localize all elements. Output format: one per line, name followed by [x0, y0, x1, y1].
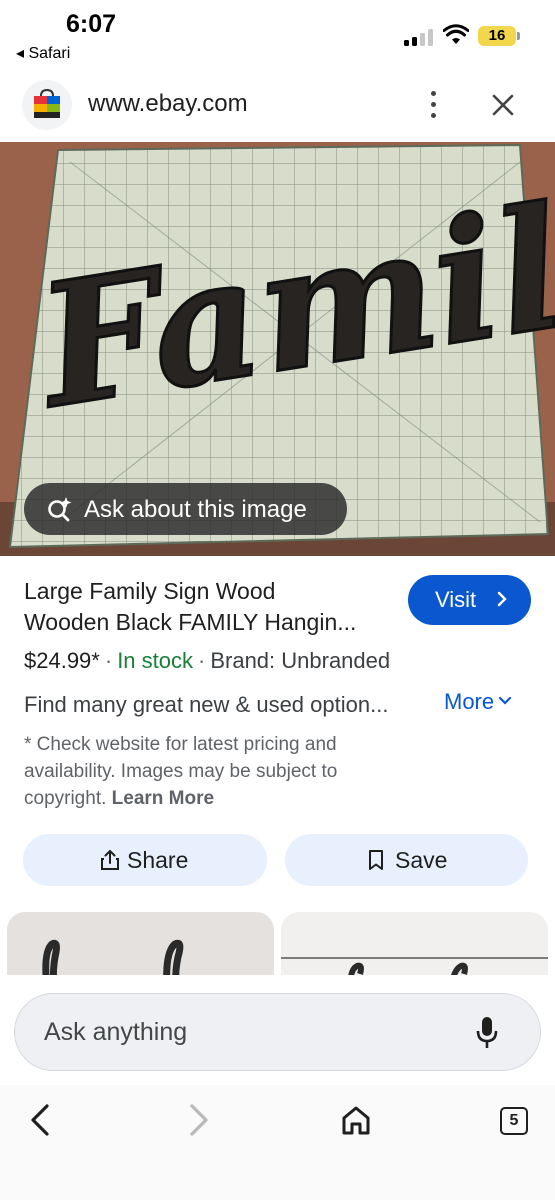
- product-title[interactable]: Large Family Sign Wood Wooden Black FAMI…: [24, 576, 394, 638]
- more-vert-icon[interactable]: [422, 88, 446, 122]
- more-button[interactable]: More: [444, 689, 512, 715]
- forward-icon[interactable]: [178, 1100, 218, 1140]
- back-to-app-link[interactable]: ◂ Safari: [16, 43, 70, 63]
- learn-more-link[interactable]: Learn More: [112, 788, 214, 809]
- save-button[interactable]: Save: [285, 834, 528, 886]
- disclaimer-copyright: copyright.: [24, 788, 107, 809]
- ask-about-image-label: Ask about this image: [84, 496, 307, 523]
- share-icon: [101, 849, 119, 870]
- disclaimer-line-2: availability. Images may be subject to: [24, 761, 338, 782]
- lens-sparkle-icon: [48, 497, 72, 522]
- ask-anything-input[interactable]: Ask anything: [14, 993, 541, 1071]
- save-label: Save: [395, 847, 448, 873]
- ebay-bag-icon: [22, 80, 72, 130]
- close-icon[interactable]: [488, 90, 518, 120]
- disclaimer-line-3: copyright. Learn More: [24, 785, 424, 812]
- bookmark-icon: [369, 850, 383, 870]
- browser-toolbar: [0, 1085, 555, 1200]
- share-button[interactable]: Share: [23, 834, 267, 886]
- product-meta: $24.99* · In stock · Brand: Unbranded: [24, 648, 390, 674]
- share-label: Share: [127, 847, 189, 873]
- tabs-icon[interactable]: 5: [500, 1107, 528, 1135]
- separator-dot: ·: [198, 648, 206, 673]
- ask-about-image-button[interactable]: Ask about this image: [24, 483, 347, 535]
- chevron-right-icon: [497, 591, 507, 607]
- ask-anything-placeholder: Ask anything: [44, 1018, 188, 1046]
- product-title-line-2: Wooden Black FAMILY Hangin...: [24, 609, 357, 635]
- cellular-signal-icon: [404, 28, 434, 46]
- home-icon[interactable]: [336, 1100, 376, 1140]
- back-icon[interactable]: [22, 1100, 62, 1140]
- battery-tip: [517, 32, 520, 40]
- url-bar: www.ebay.com: [0, 70, 555, 142]
- product-title-line-1: Large Family Sign Wood: [24, 578, 276, 604]
- battery-indicator: 16: [478, 26, 516, 46]
- pricing-disclaimer: * Check website for latest pricing and a…: [24, 731, 424, 812]
- brand: Brand: Unbranded: [210, 648, 391, 673]
- product-description: Find many great new & used option...: [24, 692, 389, 717]
- url-text[interactable]: www.ebay.com: [88, 90, 248, 118]
- visit-button[interactable]: Visit: [408, 575, 531, 625]
- wifi-icon: [443, 24, 469, 44]
- price: $24.99*: [24, 648, 100, 673]
- stock-status: In stock: [117, 648, 193, 673]
- visit-label: Visit: [435, 587, 477, 612]
- chevron-down-icon: [499, 696, 512, 705]
- more-label: More: [444, 689, 495, 714]
- separator-dot: ·: [104, 648, 113, 673]
- mic-icon[interactable]: [475, 1016, 499, 1050]
- disclaimer-line-1: * Check website for latest pricing and: [24, 734, 337, 755]
- status-time: 6:07: [66, 10, 117, 38]
- status-bar: 6:07 ◂ Safari 16: [0, 0, 555, 70]
